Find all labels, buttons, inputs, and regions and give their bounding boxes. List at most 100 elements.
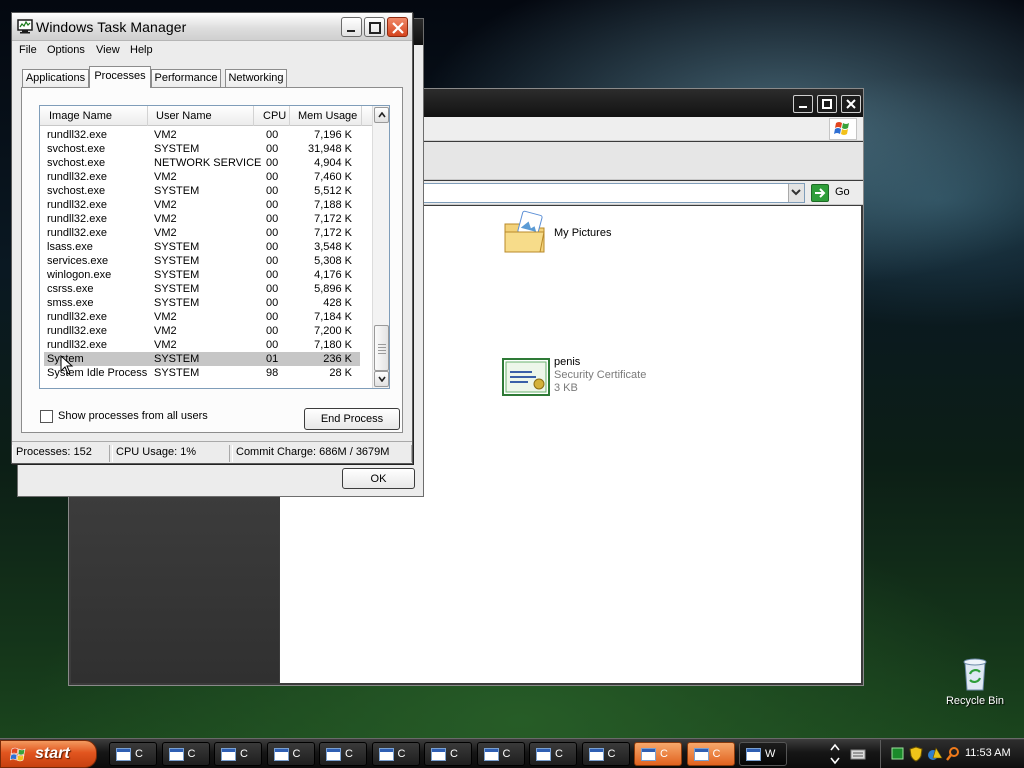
column-image-name[interactable]: Image Name [40,106,148,126]
table-row[interactable]: svchost.exe SYSTEM 00 5,512 K [44,184,360,198]
menu-help[interactable]: Help [130,44,153,56]
start-button[interactable]: start [0,740,97,768]
tab-processes[interactable]: Processes [89,66,151,88]
table-row[interactable]: rundll32.exe VM2 00 7,180 K [44,338,360,352]
end-process-button[interactable]: End Process [304,408,400,430]
show-all-users-checkbox[interactable] [40,410,53,423]
menu-file[interactable]: File [19,44,37,56]
table-row[interactable]: System Idle Process SYSTEM 98 28 K [44,366,360,380]
table-row[interactable]: rundll32.exe VM2 00 7,200 K [44,324,360,338]
taskbar-window-button[interactable]: C [529,742,577,766]
tab-networking[interactable]: Networking [225,69,287,87]
window-icon [431,748,446,761]
taskbar-window-button[interactable]: C [109,742,157,766]
network-icon[interactable] [891,747,905,761]
table-row[interactable]: rundll32.exe VM2 00 7,188 K [44,198,360,212]
taskbar-window-button[interactable]: C [581,742,630,766]
table-row[interactable]: smss.exe SYSTEM 00 428 K [44,296,360,310]
menu-options[interactable]: Options [47,44,85,56]
maximize-button[interactable] [364,17,385,37]
keyboard-icon[interactable] [850,746,866,762]
table-row[interactable]: rundll32.exe VM2 00 7,172 K [44,212,360,226]
file-item-certificate[interactable]: penis Security Certificate 3 KB [502,356,682,406]
table-row[interactable]: svchost.exe NETWORK SERVICE 00 4,904 K [44,156,360,170]
table-row[interactable]: winlogon.exe SYSTEM 00 4,176 K [44,268,360,282]
minimize-button[interactable] [341,17,362,37]
taskbar-window-button[interactable]: C [634,742,682,766]
cell-user-name: SYSTEM [154,367,200,379]
cell-user-name: SYSTEM [154,241,200,253]
table-row[interactable]: svchost.exe SYSTEM 00 31,948 K [44,142,360,156]
taskbar-window-button[interactable]: C [319,742,367,766]
window-icon [536,748,551,761]
process-list-scrollbar[interactable] [372,106,389,388]
taskbar-window-button[interactable]: C [161,742,210,766]
column-user-name[interactable]: User Name [148,106,254,126]
column-cpu[interactable]: CPU [254,106,290,126]
explorer-close-button[interactable] [841,95,861,113]
cell-user-name: NETWORK SERVICE [154,157,262,169]
cell-mem-usage: 4,904 K [314,157,352,169]
taskbar-window-button[interactable]: C [476,742,525,766]
cell-cpu: 00 [266,311,279,323]
taskbar-window-button[interactable]: W [739,742,787,766]
table-row[interactable]: rundll32.exe VM2 00 7,184 K [44,310,360,324]
tab-applications[interactable]: Applications [22,69,89,87]
go-button[interactable]: Go [811,183,859,203]
cell-mem-usage: 7,172 K [314,227,352,239]
cell-user-name: SYSTEM [154,143,200,155]
ok-button[interactable]: OK [342,468,415,489]
taskbar-button-label: W [765,748,776,760]
cell-image-name: rundll32.exe [47,213,107,225]
close-button[interactable] [387,17,408,37]
menu-view[interactable]: View [96,44,120,56]
table-row[interactable]: rundll32.exe VM2 00 7,460 K [44,170,360,184]
table-row[interactable]: System SYSTEM 01 236 K [44,352,360,366]
scroll-thumb[interactable] [374,325,389,371]
taskbar-window-button[interactable]: C [371,742,420,766]
task-manager-titlebar[interactable]: Windows Task Manager [12,13,412,41]
table-row[interactable]: services.exe SYSTEM 00 5,308 K [44,254,360,268]
file-type: Security Certificate [554,369,647,381]
taskbar-button-label: C [555,748,563,760]
cell-mem-usage: 5,512 K [314,185,352,197]
start-label: start [35,745,70,762]
cell-mem-usage: 7,172 K [314,213,352,225]
minimize-icon [799,106,807,108]
window-title: Windows Task Manager [36,19,187,35]
scroll-up-button[interactable] [374,107,389,123]
taskbar-scroll-icon[interactable] [828,741,842,767]
column-mem-usage[interactable]: Mem Usage [290,106,362,126]
cell-mem-usage: 7,460 K [314,171,352,183]
taskbar-window-button[interactable]: C [214,742,262,766]
window-icon [168,748,184,761]
cell-user-name: VM2 [154,311,177,323]
explorer-minimize-button[interactable] [793,95,813,113]
taskbar-window-button[interactable]: C [686,742,735,766]
explorer-maximize-button[interactable] [817,95,837,113]
tab-performance[interactable]: Performance [151,69,221,87]
recycle-bin[interactable]: Recycle Bin [940,656,1010,712]
table-row[interactable]: rundll32.exe VM2 00 7,172 K [44,226,360,240]
cell-mem-usage: 5,308 K [314,255,352,267]
cell-image-name: rundll32.exe [47,339,107,351]
task-manager-window[interactable]: Windows Task Manager File Options View H… [11,12,413,464]
taskbar-window-button[interactable]: C [266,742,315,766]
address-dropdown-button[interactable] [788,184,804,202]
cell-cpu: 00 [266,199,279,211]
table-row[interactable]: lsass.exe SYSTEM 00 3,548 K [44,240,360,254]
file-size: 3 KB [554,382,578,394]
cell-image-name: winlogon.exe [47,269,112,281]
table-row[interactable]: csrss.exe SYSTEM 00 5,896 K [44,282,360,296]
chevron-up-icon [378,112,386,118]
shield-icon[interactable] [909,746,923,762]
process-list[interactable]: Image Name User Name CPU Mem Usage rundl… [39,105,390,389]
scroll-down-button[interactable] [374,371,389,387]
taskbar-button-label: C [607,748,616,760]
show-all-users-label[interactable]: Show processes from all users [58,410,208,422]
file-item-my-pictures[interactable]: My Pictures [502,210,682,260]
table-row[interactable]: rundll32.exe VM2 00 7,196 K [44,128,360,142]
taskbar-window-button[interactable]: C [424,742,472,766]
search-icon[interactable] [945,746,961,762]
security-alert-icon[interactable] [927,746,943,762]
